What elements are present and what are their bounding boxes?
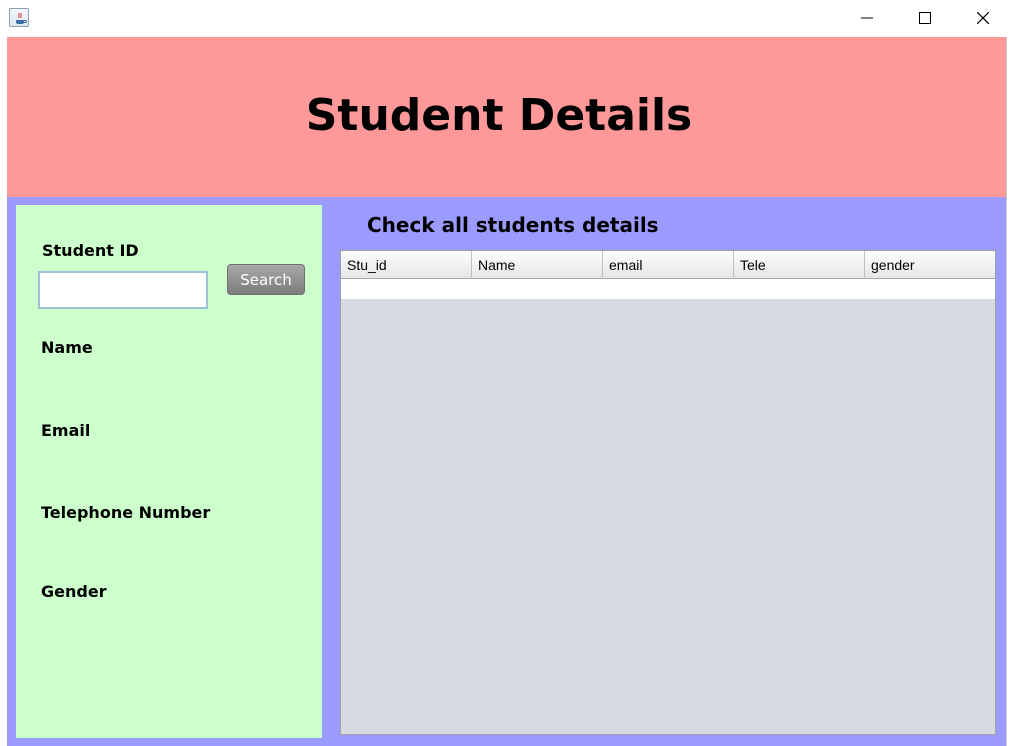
student-id-label: Student ID bbox=[42, 241, 139, 260]
window-right-edge bbox=[1006, 37, 1016, 746]
name-label: Name bbox=[41, 338, 93, 357]
column-header-name[interactable]: Name bbox=[472, 251, 603, 279]
students-table[interactable]: Stu_id Name email Tele gender bbox=[340, 250, 996, 735]
minimize-button[interactable] bbox=[838, 0, 896, 36]
page-title: Student Details bbox=[305, 90, 693, 141]
student-id-input[interactable] bbox=[38, 271, 208, 309]
column-header-gender[interactable]: gender bbox=[865, 251, 995, 279]
maximize-icon bbox=[919, 12, 931, 24]
email-label: Email bbox=[41, 421, 91, 440]
table-header-row: Stu_id Name email Tele gender bbox=[341, 251, 995, 279]
telephone-label: Telephone Number bbox=[41, 503, 211, 522]
maximize-button[interactable] bbox=[896, 0, 954, 36]
header-banner: Student Details bbox=[7, 37, 1006, 197]
column-header-email[interactable]: email bbox=[603, 251, 734, 279]
column-header-stu-id[interactable]: Stu_id bbox=[341, 251, 472, 279]
gender-label: Gender bbox=[41, 582, 107, 601]
close-button[interactable] bbox=[954, 0, 1012, 36]
table-caption: Check all students details bbox=[367, 213, 659, 237]
minimize-icon bbox=[861, 17, 873, 19]
column-header-tele[interactable]: Tele bbox=[734, 251, 865, 279]
window-titlebar bbox=[0, 0, 1016, 37]
table-row[interactable] bbox=[341, 279, 995, 299]
search-button[interactable]: Search bbox=[227, 264, 305, 295]
close-icon bbox=[977, 12, 989, 24]
java-app-icon bbox=[9, 8, 29, 27]
